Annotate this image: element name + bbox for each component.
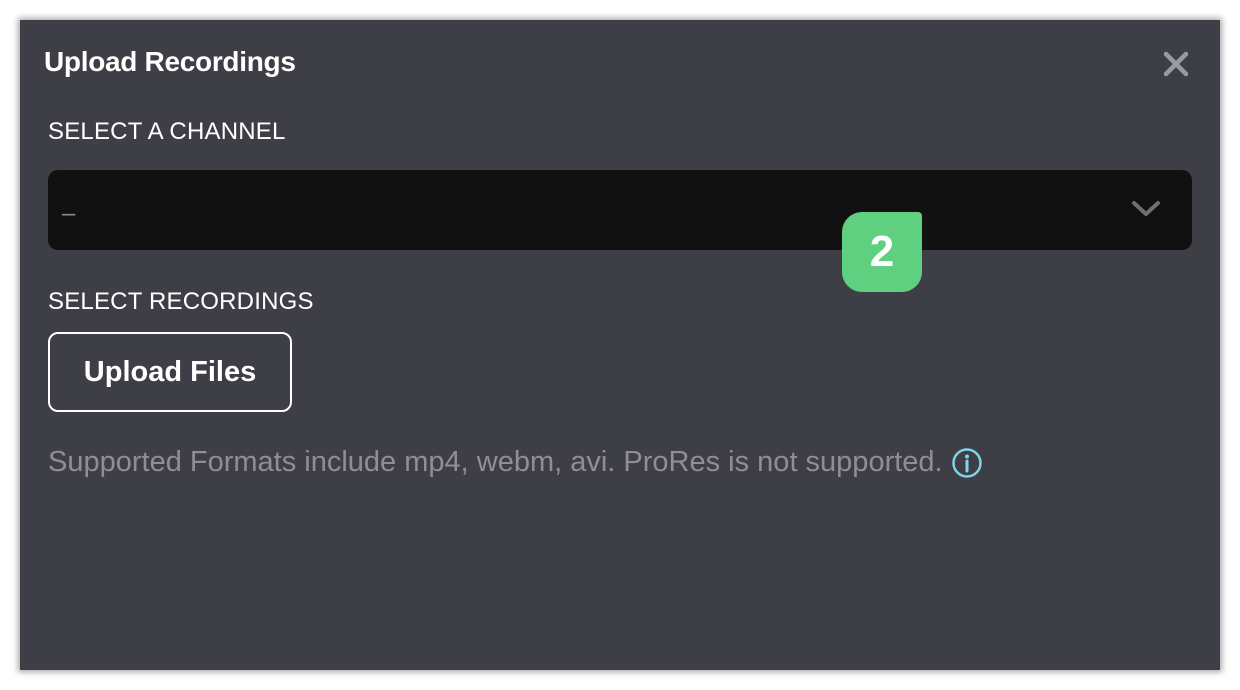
channel-select[interactable]: – [48, 170, 1192, 250]
upload-recordings-dialog: Upload Recordings SELECT A CHANNEL – 2 S… [20, 20, 1220, 670]
close-icon[interactable] [1160, 48, 1192, 80]
supported-formats-note: Supported Formats include mp4, webm, avi… [48, 446, 983, 479]
dialog-title: Upload Recordings [44, 46, 296, 77]
upload-files-button[interactable]: Upload Files [48, 332, 292, 412]
chevron-down-icon [1128, 194, 1164, 224]
step-badge: 2 [842, 212, 922, 292]
info-icon[interactable] [951, 447, 983, 479]
channel-select-value: – [62, 200, 76, 227]
supported-formats-text: Supported Formats include mp4, webm, avi… [48, 446, 943, 478]
recordings-label: SELECT RECORDINGS [48, 288, 314, 315]
channel-label: SELECT A CHANNEL [48, 118, 286, 145]
